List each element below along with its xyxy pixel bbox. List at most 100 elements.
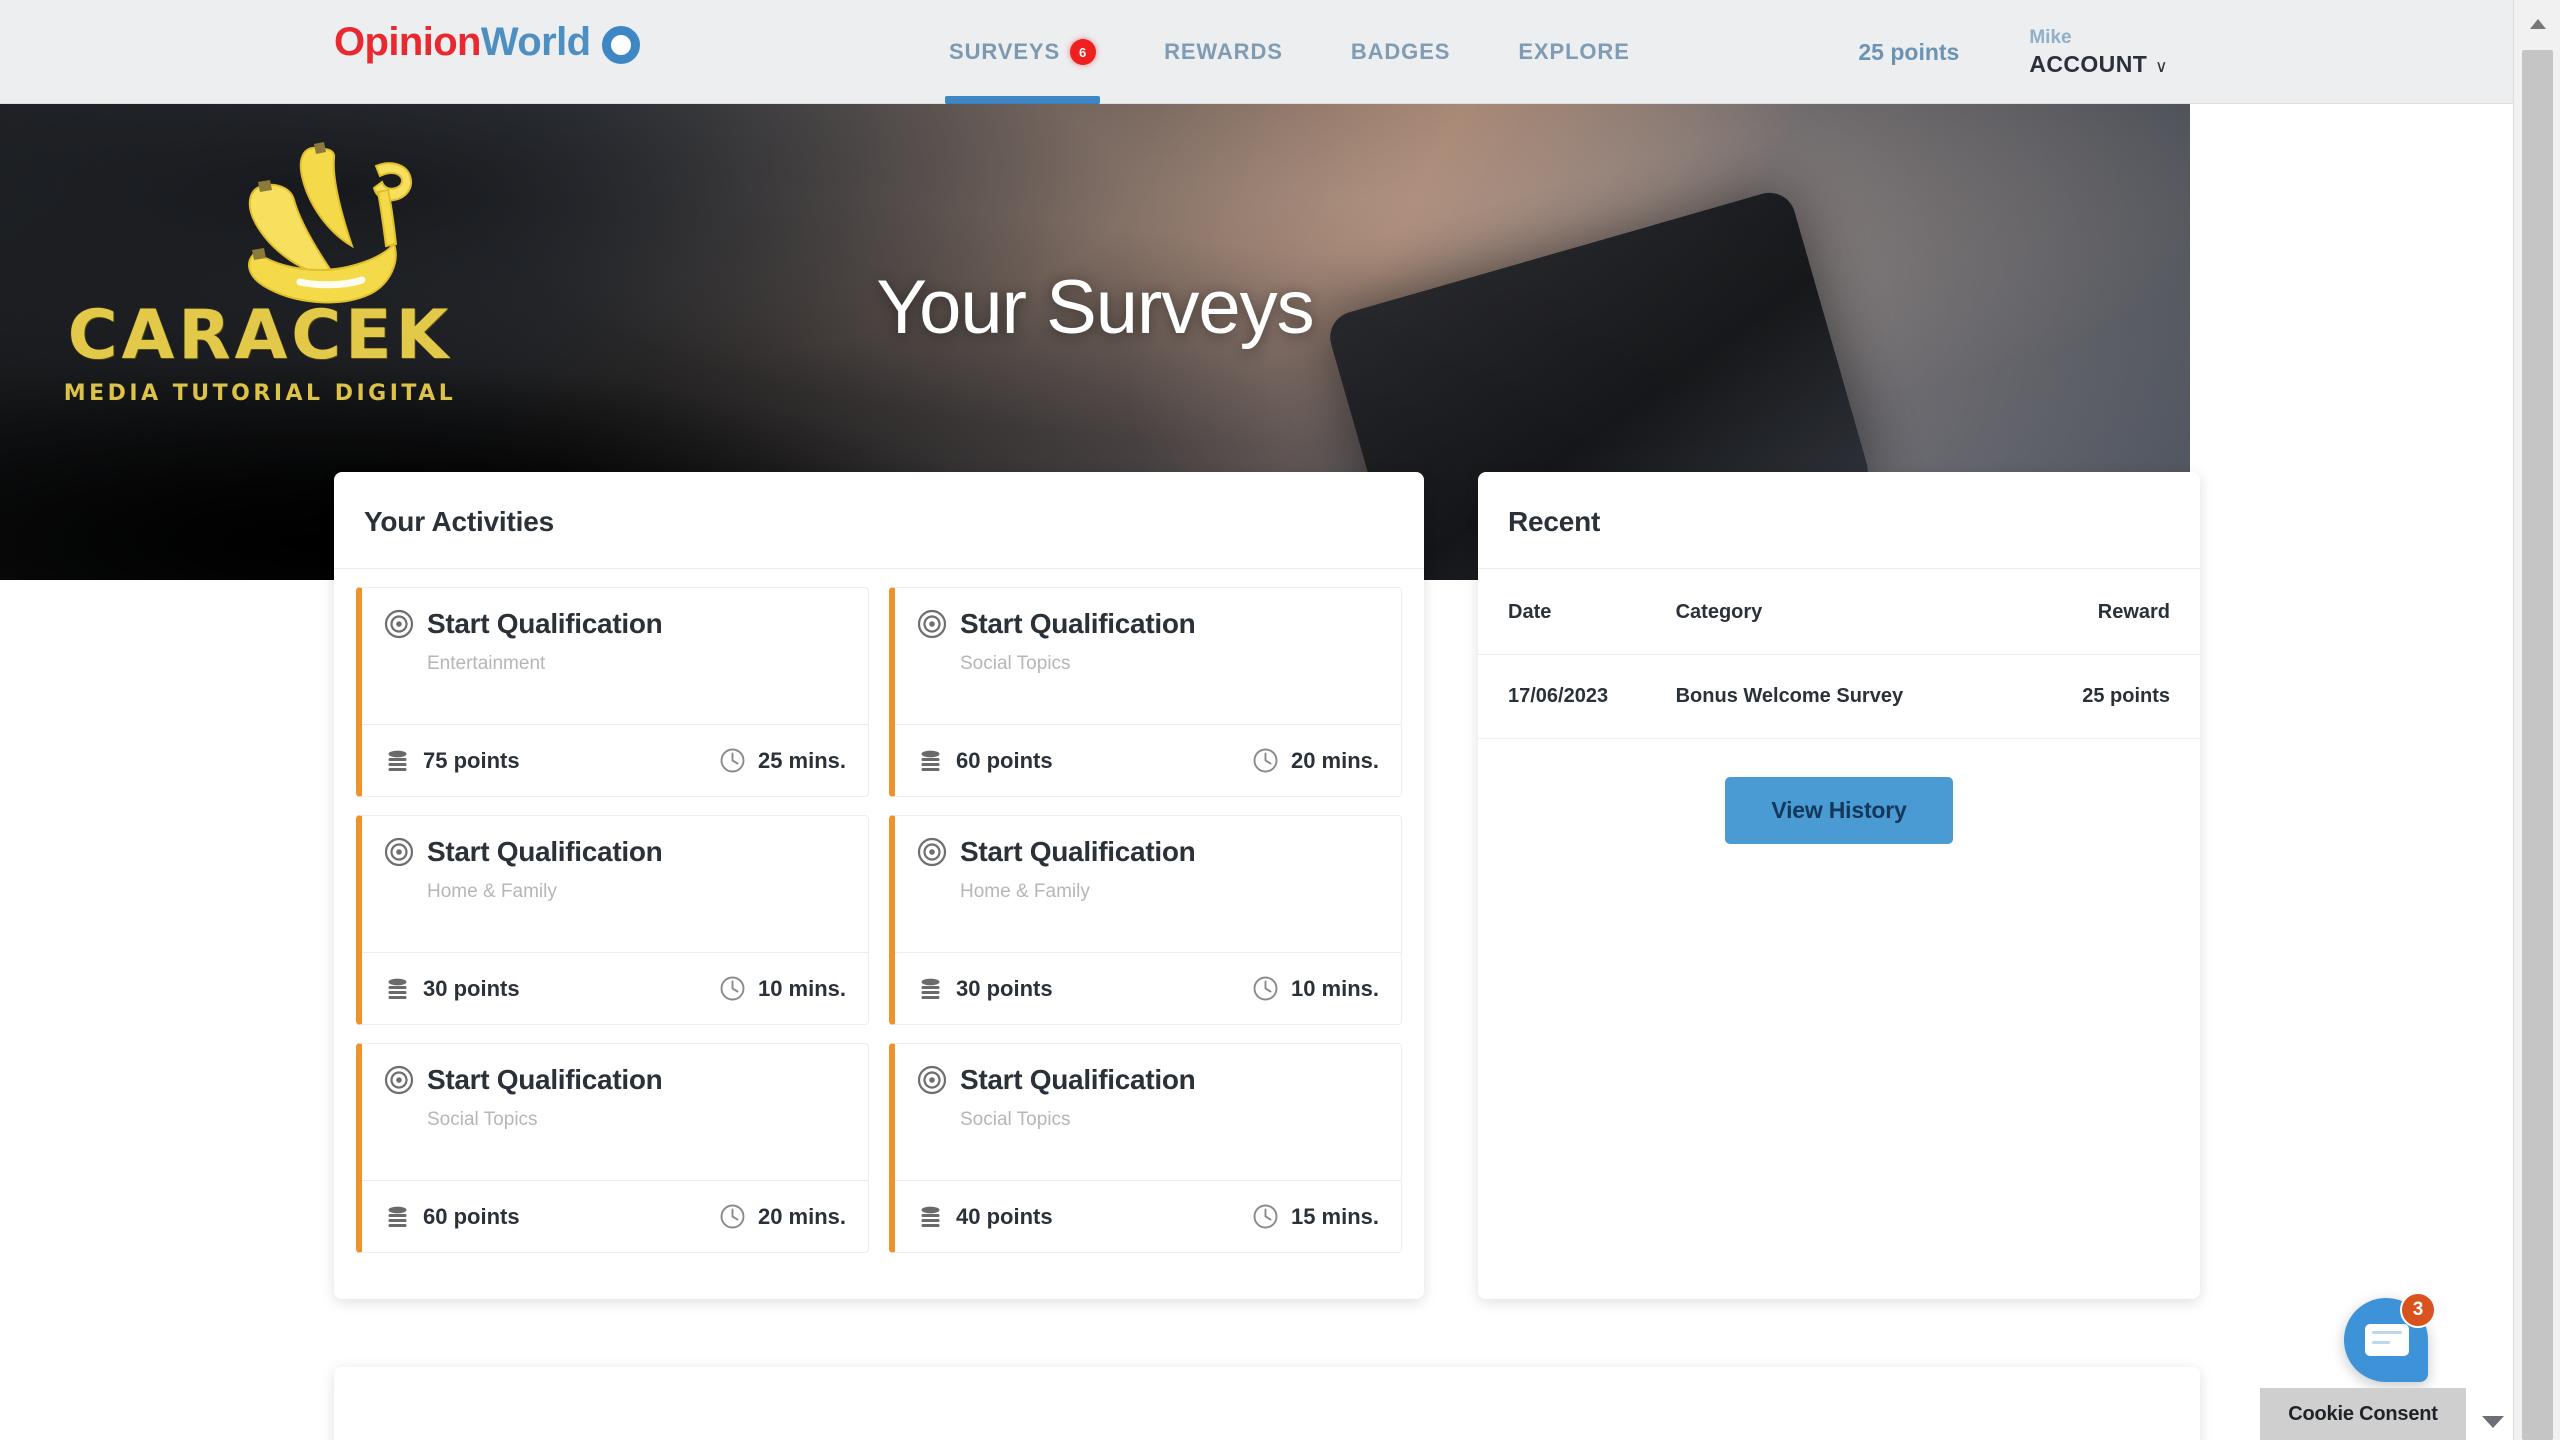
survey-card-title: Start Qualification (427, 1064, 663, 1095)
clock-icon (1253, 976, 1278, 1001)
table-row: 17/06/2023 Bonus Welcome Survey 25 point… (1478, 654, 2200, 739)
scrollbar-up-arrow-icon[interactable] (2514, 0, 2560, 47)
recent-panel-header: Recent (1478, 472, 2200, 569)
survey-card-duration: 10 mins. (757, 975, 846, 1001)
cell-date: 17/06/2023 (1478, 654, 1676, 739)
survey-card-duration: 10 mins. (1290, 975, 1379, 1001)
survey-card[interactable]: Start Qualification Home & Family 30 poi… (889, 815, 1402, 1025)
site-logo[interactable]: OpinionWorld (334, 20, 641, 65)
target-icon (917, 609, 947, 639)
nav-item-rewards[interactable]: REWARDS (1160, 0, 1287, 104)
survey-card-footer: 30 points 10 mins. (895, 952, 1401, 1024)
column-header-reward: Reward (2021, 569, 2200, 655)
survey-card-category: Entertainment (427, 653, 546, 674)
clock-icon (720, 1204, 745, 1229)
logo-text-world: World (480, 20, 591, 64)
nav-surveys-count-badge: 6 (1070, 39, 1097, 65)
survey-card-points: 60 points (423, 1203, 520, 1229)
survey-card-category: Home & Family (427, 881, 557, 902)
survey-card[interactable]: Start Qualification Social Topics (356, 1043, 869, 1253)
clock-icon (720, 748, 745, 773)
chevron-down-icon: ∨ (2155, 56, 2168, 76)
scrollbar-thumb[interactable] (2522, 50, 2553, 1440)
survey-card-body: Start Qualification Social Topics (895, 588, 1401, 724)
survey-card-title: Start Qualification (427, 608, 663, 639)
survey-card-footer: 40 points 15 mins. (895, 1180, 1401, 1252)
survey-card-points: 30 points (956, 975, 1053, 1001)
survey-card-title: Start Qualification (960, 608, 1196, 639)
nav-item-explore[interactable]: EXPLORE (1514, 0, 1633, 104)
survey-card-footer: 60 points 20 mins. (362, 1180, 868, 1252)
your-activities-panel: Your Activities Start Qualification Ente… (334, 472, 1424, 1299)
nav-item-badges-label: BADGES (1350, 39, 1451, 64)
survey-card-footer: 60 points 20 mins. (895, 724, 1401, 796)
survey-card-category: Social Topics (960, 653, 1071, 674)
survey-card[interactable]: Start Qualification Social Topics (889, 1043, 1402, 1253)
survey-cards-grid: Start Qualification Entertainment 75 poi… (334, 569, 1424, 1279)
cookie-consent-bar[interactable]: Cookie Consent (2260, 1388, 2466, 1440)
logo-text-opinion: Opinion (334, 20, 481, 64)
clock-icon (720, 976, 745, 1001)
survey-card-body: Start Qualification Social Topics (895, 1044, 1401, 1180)
top-navigation-bar: OpinionWorld SURVEYS 6 REWARDS BADGES EX… (0, 0, 2513, 104)
page-title: Your Surveys (876, 265, 1314, 350)
survey-card-duration: 25 mins. (757, 747, 846, 773)
survey-card-category: Social Topics (960, 1109, 1071, 1130)
chat-card-icon[interactable]: 3 (2344, 1292, 2436, 1382)
opinionworld-ring-icon (602, 25, 641, 64)
survey-card[interactable]: Start Qualification Social Topics (889, 587, 1402, 797)
survey-card-title: Start Qualification (427, 836, 663, 867)
activities-panel-title: Your Activities (364, 506, 554, 537)
cookie-consent-label: Cookie Consent (2288, 1402, 2438, 1425)
account-menu-label: ACCOUNT (2029, 50, 2148, 77)
survey-card[interactable]: Start Qualification Entertainment 75 poi… (356, 587, 869, 797)
cell-category: Bonus Welcome Survey (1675, 654, 2022, 739)
survey-card-body: Start Qualification Entertainment (362, 588, 868, 724)
nav-item-badges[interactable]: BADGES (1347, 0, 1455, 104)
target-icon (384, 1065, 414, 1095)
table-header-row: Date Category Reward (1478, 569, 2200, 655)
coins-icon (388, 978, 407, 999)
survey-card-footer: 30 points 10 mins. (362, 952, 868, 1024)
coins-icon (921, 1206, 940, 1227)
account-menu[interactable]: Mike ACCOUNT ∨ (2029, 28, 2168, 76)
nav-item-surveys-label: SURVEYS (949, 39, 1061, 64)
clock-icon (1253, 748, 1278, 773)
nav-active-underline (945, 96, 1101, 104)
survey-card-body: Start Qualification Social Topics (362, 1044, 868, 1180)
recent-panel: Recent Date Category Reward 17/06/2023 B… (1478, 472, 2200, 1299)
survey-card-footer: 75 points 25 mins. (362, 724, 868, 796)
cookie-consent-badge: 3 (2400, 1292, 2436, 1328)
account-username: Mike (2029, 26, 2072, 48)
survey-card-title: Start Qualification (960, 836, 1196, 867)
survey-card-duration: 15 mins. (1290, 1203, 1379, 1229)
column-header-category: Category (1675, 569, 2022, 655)
browser-viewport: OpinionWorld SURVEYS 6 REWARDS BADGES EX… (0, 0, 2513, 1440)
coins-icon (388, 750, 407, 771)
points-balance: 25 points (1858, 38, 1960, 65)
cell-reward: 25 points (2021, 654, 2200, 739)
target-icon (384, 837, 414, 867)
caret-down-icon[interactable] (2482, 1416, 2504, 1428)
target-icon (917, 1065, 947, 1095)
recent-activity-table: Date Category Reward 17/06/2023 Bonus We… (1478, 569, 2200, 739)
nav-item-explore-label: EXPLORE (1518, 39, 1630, 64)
column-header-date: Date (1478, 569, 1676, 655)
bottom-partial-panel (334, 1367, 2200, 1440)
survey-card-points: 60 points (956, 747, 1053, 773)
survey-card-points: 75 points (423, 747, 520, 773)
nav-right-cluster: 25 points Mike ACCOUNT ∨ (1858, 0, 2168, 104)
chat-card-glyph (2365, 1324, 2409, 1356)
survey-card-duration: 20 mins. (1290, 747, 1379, 773)
nav-item-surveys[interactable]: SURVEYS 6 (945, 0, 1101, 104)
survey-card-points: 40 points (956, 1203, 1053, 1229)
view-history-button[interactable]: View History (1725, 777, 1953, 844)
survey-card-category: Home & Family (960, 881, 1090, 902)
target-icon (384, 609, 414, 639)
survey-card[interactable]: Start Qualification Home & Family 30 poi… (356, 815, 869, 1025)
activities-panel-header: Your Activities (334, 472, 1424, 569)
survey-card-title: Start Qualification (960, 1064, 1196, 1095)
survey-card-points: 30 points (423, 975, 520, 1001)
survey-card-body: Start Qualification Home & Family (362, 816, 868, 952)
vertical-scrollbar[interactable] (2513, 0, 2560, 1440)
